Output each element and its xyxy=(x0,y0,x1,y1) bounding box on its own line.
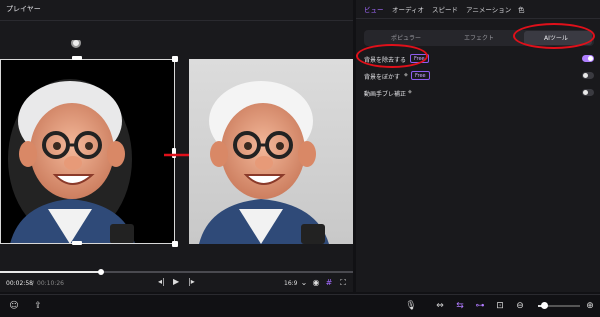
subtab-popular[interactable]: ポピュラー xyxy=(391,33,421,42)
aspect-ratio-select[interactable]: 16:9 xyxy=(284,280,297,287)
diamond-icon: ◆ xyxy=(404,72,408,78)
prev-frame-icon[interactable]: ◂| xyxy=(158,277,165,286)
progress-knob[interactable] xyxy=(97,269,104,275)
diamond-icon: ◆ xyxy=(408,89,412,95)
preview-stage[interactable] xyxy=(0,40,353,265)
export-icon[interactable]: ⇪ xyxy=(32,300,44,312)
option-label: 背景を除去する xyxy=(364,57,407,64)
option-stabilization: 動画手ブレ補正 ◆ xyxy=(364,88,594,100)
magnet-icon[interactable]: ⇆ xyxy=(454,300,466,312)
subtab-effects[interactable]: エフェクト xyxy=(464,33,494,42)
camera-icon[interactable]: ◉ xyxy=(311,278,321,288)
divider xyxy=(0,20,353,21)
option-label: 動画手ブレ補正 xyxy=(364,91,407,98)
properties-panel: ビュー オーディオ スピード アニメーション 色 ポピュラー エフェクト AIツ… xyxy=(356,0,600,292)
next-frame-icon[interactable]: |▸ xyxy=(188,277,195,286)
progress-bar[interactable] xyxy=(0,269,353,275)
zoom-slider[interactable] xyxy=(538,302,580,309)
tab-audio[interactable]: オーディオ xyxy=(392,4,424,14)
tab-speed[interactable]: スピード xyxy=(432,4,458,14)
subtab-bar: ポピュラー エフェクト AIツール xyxy=(364,30,594,46)
player-title: プレイヤー xyxy=(6,5,41,13)
free-badge: Free xyxy=(410,54,429,63)
zoom-knob[interactable] xyxy=(541,302,549,309)
zoom-out-icon[interactable]: ⊖ xyxy=(514,300,526,312)
preview-axis-icon[interactable]: ⊡ xyxy=(494,300,506,312)
option-blur-background: 背景をぼかす ◆ Free xyxy=(364,71,594,83)
stabilization-toggle[interactable] xyxy=(582,89,594,96)
progress-fill xyxy=(0,271,101,273)
tab-animation[interactable]: アニメーション xyxy=(466,4,511,14)
tab-view[interactable]: ビュー xyxy=(364,4,384,14)
tab-bar: ビュー オーディオ スピード アニメーション 色 xyxy=(356,0,600,18)
remove-background-toggle[interactable] xyxy=(582,55,594,62)
blur-background-toggle[interactable] xyxy=(582,72,594,79)
bottom-toolbar: ☺ ⇪ 🎙 ⇔ ⇆ ⊶ ⊡ ⊖ ⊕ xyxy=(0,294,600,317)
tab-color[interactable]: 色 xyxy=(518,4,525,14)
resize-handle-top-right[interactable] xyxy=(172,56,178,62)
fullscreen-icon[interactable]: ⛶ xyxy=(338,278,348,288)
preview-image-original[interactable] xyxy=(0,59,175,244)
play-icon[interactable]: ▶ xyxy=(173,277,179,286)
resize-handle-bottom-right[interactable] xyxy=(172,241,178,247)
rotate-handle[interactable] xyxy=(71,40,81,48)
chevron-down-icon[interactable]: ⌄ xyxy=(299,278,309,288)
subtab-ai-tools[interactable]: AIツール xyxy=(544,33,568,42)
grid-icon[interactable]: # xyxy=(324,278,334,288)
time-current: 00:02:58 xyxy=(6,280,33,287)
user-icon[interactable]: ☺ xyxy=(8,300,20,312)
divider xyxy=(356,18,600,19)
microphone-icon[interactable]: 🎙 xyxy=(405,300,417,312)
free-badge: Free xyxy=(411,71,430,80)
player-panel: プレイヤー 00:02:58 / 00:10:26 ◂| ▶ |▸ 16:9 ⌄… xyxy=(0,0,353,292)
time-total: 00:10:26 xyxy=(37,280,64,287)
zoom-in-icon[interactable]: ⊕ xyxy=(584,300,596,312)
resize-handle-top[interactable] xyxy=(72,56,82,60)
time-separator: / xyxy=(32,280,35,287)
split-icon[interactable]: ⇔ xyxy=(434,300,446,312)
link-icon[interactable]: ⊶ xyxy=(474,300,486,312)
option-remove-background: 背景を除去する Free xyxy=(364,54,594,66)
preview-image-result xyxy=(189,59,353,244)
option-label: 背景をぼかす xyxy=(364,74,401,81)
resize-handle-bottom[interactable] xyxy=(72,241,82,245)
